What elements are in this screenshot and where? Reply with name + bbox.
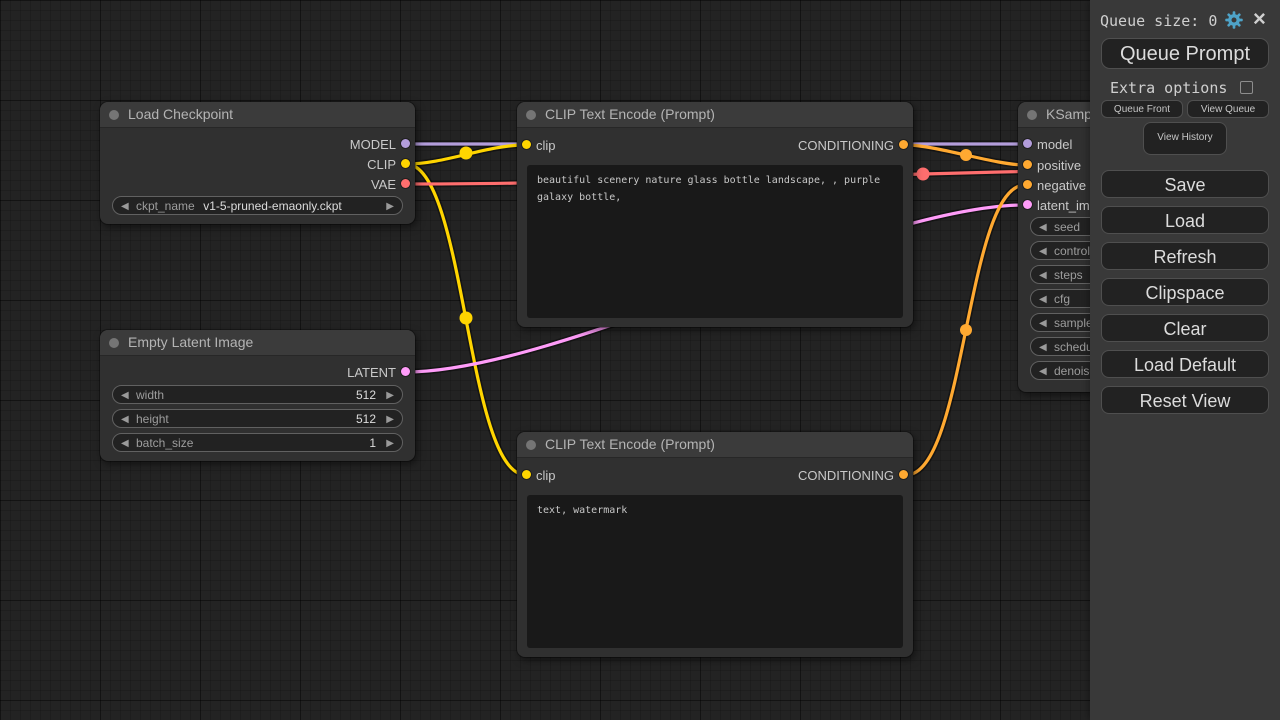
queue-size-label: Queue size: — [1100, 12, 1199, 30]
extra-options-checkbox[interactable] — [1240, 81, 1253, 94]
decrement-arrow-icon[interactable]: ◀ — [1039, 364, 1047, 379]
collapse-dot[interactable] — [526, 110, 536, 120]
widget-label: seed — [1054, 220, 1080, 235]
decrement-arrow-icon[interactable]: ◀ — [1039, 268, 1047, 283]
clip-input-port[interactable] — [522, 140, 531, 149]
clear-button[interactable]: Clear — [1101, 314, 1269, 342]
negative-input-port[interactable] — [1023, 180, 1032, 189]
widget-value: v1-5-pruned-emaonly.ckpt — [173, 199, 372, 214]
collapse-dot[interactable] — [526, 440, 536, 450]
comfyui-canvas[interactable]: Load Checkpoint MODEL CLIP VAE ◀ ckpt_na… — [0, 0, 1280, 720]
widget-value: 512 — [356, 388, 376, 403]
height-widget[interactable]: ◀ height 512 ▶ — [112, 409, 403, 428]
decrement-arrow-icon[interactable]: ◀ — [1039, 316, 1047, 331]
batch-size-widget[interactable]: ◀ batch_size 1 ▶ — [112, 433, 403, 452]
input-label-positive: positive — [1037, 158, 1081, 173]
node-header[interactable]: Load Checkpoint — [100, 102, 415, 128]
latent-output-port[interactable] — [401, 367, 410, 376]
load-default-button[interactable]: Load Default — [1101, 350, 1269, 378]
node-title: Empty Latent Image — [128, 334, 253, 350]
widget-label: batch_size — [136, 436, 193, 451]
input-label-clip: clip — [536, 468, 556, 483]
latent-image-input-port[interactable] — [1023, 200, 1032, 209]
queue-prompt-button[interactable]: Queue Prompt — [1101, 38, 1269, 69]
output-label-model: MODEL — [350, 137, 396, 152]
input-label-model: model — [1037, 137, 1072, 152]
input-label-clip: clip — [536, 138, 556, 153]
model-input-port[interactable] — [1023, 139, 1032, 148]
increment-arrow-icon[interactable]: ▶ — [386, 388, 394, 403]
node-header[interactable]: Empty Latent Image — [100, 330, 415, 356]
decrement-arrow-icon[interactable]: ◀ — [121, 412, 129, 427]
clipspace-button[interactable]: Clipspace — [1101, 278, 1269, 306]
node-empty-latent-image: Empty Latent Image LATENT ◀ width 512 ▶ … — [100, 330, 415, 461]
decrement-arrow-icon[interactable]: ◀ — [121, 436, 129, 451]
settings-gear-icon[interactable] — [1224, 10, 1244, 30]
close-icon[interactable]: × — [1253, 6, 1266, 32]
increment-arrow-icon[interactable]: ▶ — [386, 412, 394, 427]
conditioning-output-port[interactable] — [899, 470, 908, 479]
node-clip-text-encode-positive: CLIP Text Encode (Prompt) clip CONDITION… — [517, 102, 913, 327]
decrement-arrow-icon[interactable]: ◀ — [1039, 244, 1047, 259]
node-title: CLIP Text Encode (Prompt) — [545, 106, 715, 122]
queue-size-value: 0 — [1208, 12, 1217, 30]
ckpt-name-widget[interactable]: ◀ ckpt_name v1-5-pruned-emaonly.ckpt ▶ — [112, 196, 403, 215]
comfy-menu: Queue size: 0 Queue Prompt Extra options… — [1090, 0, 1280, 720]
widget-value: 1 — [369, 436, 376, 451]
output-label-clip: CLIP — [367, 157, 396, 172]
view-queue-button[interactable]: View Queue — [1187, 100, 1269, 118]
save-button[interactable]: Save — [1101, 170, 1269, 198]
output-label-vae: VAE — [371, 177, 396, 192]
conditioning-output-port[interactable] — [899, 140, 908, 149]
decrement-arrow-icon[interactable]: ◀ — [1039, 340, 1047, 355]
widget-label: steps — [1054, 268, 1083, 283]
queue-front-button[interactable]: Queue Front — [1101, 100, 1183, 118]
view-history-button[interactable]: View History — [1143, 122, 1227, 155]
node-header[interactable]: CLIP Text Encode (Prompt) — [517, 102, 913, 128]
decrement-arrow-icon[interactable]: ◀ — [1039, 220, 1047, 235]
prompt-textarea[interactable]: text, watermark — [527, 495, 903, 648]
prompt-textarea[interactable]: beautiful scenery nature glass bottle la… — [527, 165, 903, 318]
vae-output-port[interactable] — [401, 179, 410, 188]
node-header[interactable]: CLIP Text Encode (Prompt) — [517, 432, 913, 458]
queue-size-status: Queue size: 0 — [1100, 12, 1217, 30]
extra-options-label: Extra options — [1110, 79, 1227, 97]
node-clip-text-encode-negative: CLIP Text Encode (Prompt) clip CONDITION… — [517, 432, 913, 657]
increment-arrow-icon[interactable]: ▶ — [386, 199, 394, 214]
widget-label: height — [136, 412, 169, 427]
width-widget[interactable]: ◀ width 512 ▶ — [112, 385, 403, 404]
collapse-dot[interactable] — [109, 110, 119, 120]
node-title: Load Checkpoint — [128, 106, 233, 122]
widget-label: width — [136, 388, 164, 403]
decrement-arrow-icon[interactable]: ◀ — [121, 199, 129, 214]
node-title: CLIP Text Encode (Prompt) — [545, 436, 715, 452]
output-label-latent: LATENT — [347, 365, 396, 380]
clip-output-port[interactable] — [401, 159, 410, 168]
output-label-conditioning: CONDITIONING — [798, 138, 894, 153]
output-label-conditioning: CONDITIONING — [798, 468, 894, 483]
load-button[interactable]: Load — [1101, 206, 1269, 234]
collapse-dot[interactable] — [109, 338, 119, 348]
model-output-port[interactable] — [401, 139, 410, 148]
input-label-negative: negative — [1037, 178, 1086, 193]
decrement-arrow-icon[interactable]: ◀ — [1039, 292, 1047, 307]
clip-input-port[interactable] — [522, 470, 531, 479]
widget-value: 512 — [356, 412, 376, 427]
reset-view-button[interactable]: Reset View — [1101, 386, 1269, 414]
collapse-dot[interactable] — [1027, 110, 1037, 120]
node-load-checkpoint: Load Checkpoint MODEL CLIP VAE ◀ ckpt_na… — [100, 102, 415, 224]
decrement-arrow-icon[interactable]: ◀ — [121, 388, 129, 403]
refresh-button[interactable]: Refresh — [1101, 242, 1269, 270]
increment-arrow-icon[interactable]: ▶ — [386, 436, 394, 451]
positive-input-port[interactable] — [1023, 160, 1032, 169]
widget-label: cfg — [1054, 292, 1070, 307]
